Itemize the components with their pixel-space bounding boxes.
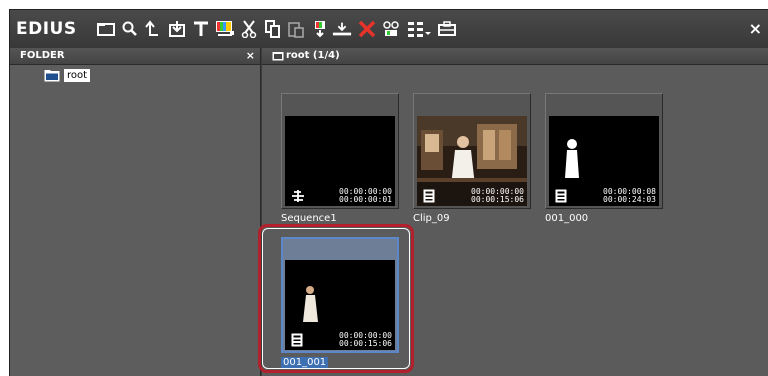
toolbar: EDIUS × bbox=[10, 10, 768, 48]
edius-bin-window: EDIUS × FOLDER × root root (1/4) 00:00:0… bbox=[0, 0, 768, 376]
sequence-icon bbox=[292, 190, 304, 202]
clip-timecode: 00:00:00:00 00:00:00:01 bbox=[339, 188, 392, 204]
clip-thumbnail: 00:00:00:00 00:00:00:01 bbox=[285, 116, 395, 206]
clip-name: 001_000 bbox=[545, 213, 589, 224]
clip-thumbnail-frame: 00:00:00:00 00:00:15:06 bbox=[413, 93, 531, 209]
folder-panel-close-icon[interactable]: × bbox=[246, 48, 255, 64]
clip-thumbnail-frame: 00:00:00:08 00:00:24:03 bbox=[545, 93, 663, 209]
clip-timecode-duration: 00:00:00:01 bbox=[339, 195, 392, 204]
video-clip-icon bbox=[555, 189, 567, 203]
clip-tile[interactable]: 00:00:00:00 00:00:15:06 Clip_09 bbox=[413, 93, 531, 228]
delete-icon[interactable] bbox=[357, 19, 377, 39]
properties-icon[interactable] bbox=[381, 19, 401, 39]
clip-name: Clip_09 bbox=[413, 213, 450, 224]
folder-tree-root[interactable]: root bbox=[44, 68, 91, 83]
search-icon[interactable] bbox=[120, 19, 140, 39]
copy-icon[interactable] bbox=[262, 19, 282, 39]
paste-icon[interactable] bbox=[286, 19, 306, 39]
clip-timecode: 00:00:00:00 00:00:15:06 bbox=[471, 188, 524, 204]
selection-callout-inner-outline bbox=[262, 228, 410, 369]
folder-icon bbox=[272, 52, 284, 61]
clip-tile[interactable]: 00:00:00:00 00:00:00:01 Sequence1 bbox=[281, 93, 399, 228]
chevron-down-icon[interactable] bbox=[422, 19, 434, 39]
folder-icon bbox=[44, 69, 60, 81]
folder-panel-header: FOLDER × bbox=[10, 48, 260, 65]
clip-timecode-duration: 00:00:15:06 bbox=[471, 195, 524, 204]
bin-panel-header: root (1/4) bbox=[262, 48, 768, 65]
app-title: EDIUS bbox=[16, 19, 77, 39]
new-folder-icon[interactable] bbox=[96, 19, 116, 39]
bin-path: root (1/4) bbox=[286, 50, 340, 61]
folder-panel: FOLDER × root bbox=[10, 48, 261, 376]
clip-thumbnail: 00:00:00:08 00:00:24:03 bbox=[549, 116, 659, 206]
insert-icon[interactable] bbox=[332, 19, 352, 39]
folder-panel-title: FOLDER bbox=[20, 50, 65, 61]
color-bar-icon[interactable] bbox=[215, 19, 235, 39]
clip-tile[interactable]: 00:00:00:08 00:00:24:03 001_000 bbox=[545, 93, 663, 228]
clip-thumbnail-frame: 00:00:00:00 00:00:00:01 bbox=[281, 93, 399, 209]
toolbox-icon[interactable] bbox=[437, 19, 457, 39]
cut-icon[interactable] bbox=[239, 19, 259, 39]
close-icon[interactable]: × bbox=[749, 19, 762, 38]
clip-timecode-duration: 00:00:24:03 bbox=[603, 195, 656, 204]
video-clip-icon bbox=[423, 189, 435, 203]
import-icon[interactable] bbox=[167, 19, 187, 39]
add-to-timeline-icon[interactable] bbox=[310, 19, 330, 39]
clip-thumbnail: 00:00:00:00 00:00:15:06 bbox=[417, 116, 527, 206]
up-folder-icon[interactable] bbox=[143, 19, 163, 39]
clip-timecode: 00:00:00:08 00:00:24:03 bbox=[603, 188, 656, 204]
folder-tree-root-label: root bbox=[64, 69, 91, 82]
clip-name: Sequence1 bbox=[281, 213, 337, 224]
title-icon[interactable] bbox=[191, 19, 211, 39]
